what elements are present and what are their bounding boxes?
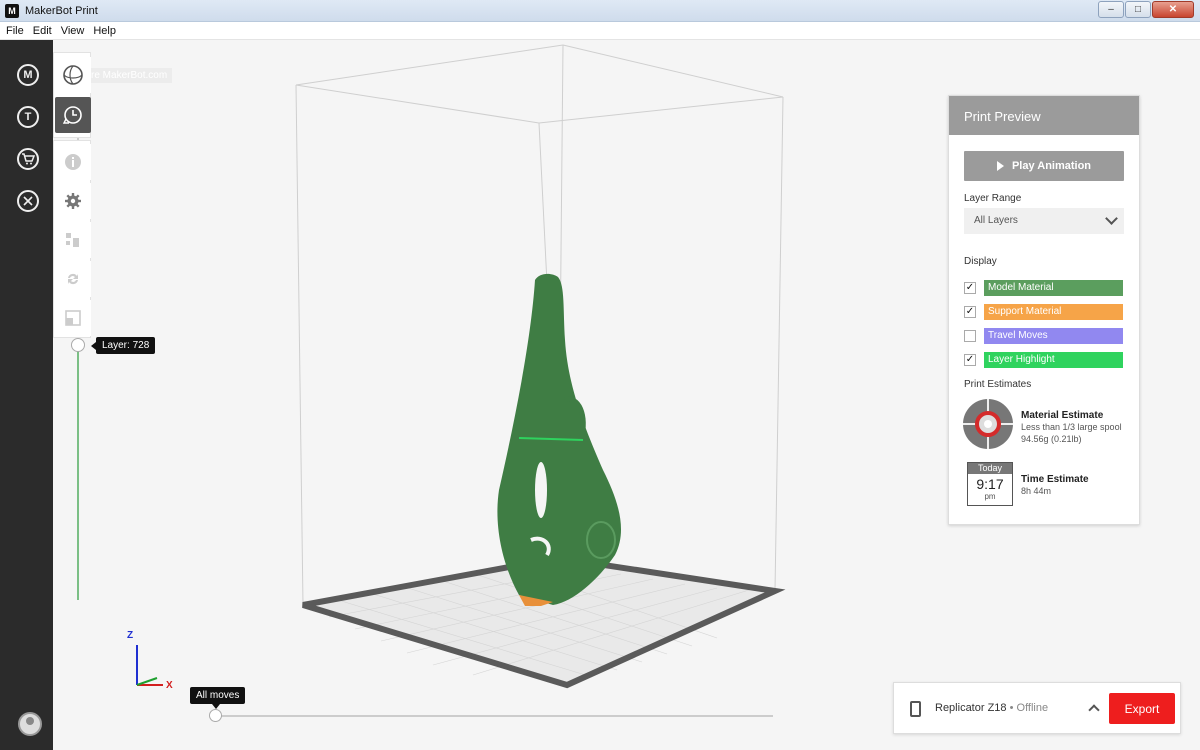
settings-gear-icon[interactable]	[55, 183, 91, 219]
play-animation-button[interactable]: Play Animation	[964, 151, 1124, 181]
clock-sphere-icon	[62, 106, 82, 124]
printer-status-bar: Replicator Z18 • Offline Export	[893, 682, 1181, 734]
maximize-button[interactable]: □	[1125, 1, 1151, 18]
calendar-icon: Today 9:17 pm	[967, 462, 1013, 506]
chevron-up-icon[interactable]	[1088, 704, 1100, 716]
gear-glyph-icon	[65, 193, 81, 209]
play-icon	[996, 161, 1004, 171]
info-glyph-icon	[65, 154, 81, 170]
cart-glyph-icon	[22, 153, 35, 165]
model-material-label: Model Material	[984, 280, 1123, 296]
menu-view[interactable]: View	[61, 25, 85, 37]
axis-x-label: X	[166, 680, 173, 691]
printer-device-icon	[910, 701, 921, 717]
view-mode-group	[53, 52, 91, 138]
travel-moves-checkbox[interactable]	[964, 330, 976, 342]
info-icon[interactable]	[55, 144, 91, 180]
calendar-ampm: pm	[984, 492, 996, 501]
support-material-checkbox[interactable]: ✓	[964, 306, 976, 318]
printer-selector[interactable]: Replicator Z18 • Offline	[935, 702, 1048, 714]
store-cart-icon[interactable]	[17, 148, 39, 170]
display-row-support: ✓ Support Material	[964, 304, 1124, 320]
time-estimate-title: Time Estimate	[1021, 474, 1089, 485]
scale-glyph-icon	[65, 310, 81, 326]
window-controls: – □ ✕	[1098, 1, 1194, 18]
menu-file[interactable]: File	[6, 25, 24, 37]
moves-slider-track[interactable]	[215, 715, 773, 717]
thingiverse-icon[interactable]: T	[17, 106, 39, 128]
user-avatar-icon[interactable]	[18, 712, 42, 736]
panel-title: Print Preview	[949, 96, 1139, 135]
play-animation-label: Play Animation	[1011, 160, 1092, 172]
spool-icon	[963, 399, 1013, 449]
minimize-button[interactable]: –	[1098, 1, 1124, 18]
3d-viewport[interactable]: Z X Explore MakerBot.com Layer: 728 All …	[53, 40, 1200, 750]
moves-slider-handle[interactable]	[209, 709, 222, 722]
close-button[interactable]: ✕	[1152, 1, 1194, 18]
axis-z-label: Z	[127, 630, 134, 641]
layer-slider-fill	[77, 345, 79, 600]
makerbot-logo-icon[interactable]: M	[17, 64, 39, 86]
calendar-day: Today	[968, 463, 1012, 474]
menu-help[interactable]: Help	[93, 25, 116, 37]
layer-highlight-checkbox[interactable]: ✓	[964, 354, 976, 366]
display-label: Display	[964, 256, 997, 267]
print-preview-panel: Print Preview Play Animation Layer Range…	[948, 95, 1140, 525]
3d-model-vase	[497, 273, 622, 606]
arrange-glyph-icon	[66, 233, 79, 247]
printer-name: Replicator Z18	[935, 702, 1007, 714]
display-row-highlight: ✓ Layer Highlight	[964, 352, 1124, 368]
tools-glyph-icon	[23, 196, 33, 206]
utilities-tools-icon[interactable]	[17, 190, 39, 212]
sphere-icon	[63, 65, 83, 85]
model-material-checkbox[interactable]: ✓	[964, 282, 976, 294]
calendar-time: 9:17	[976, 476, 1004, 492]
makerbot-app-icon: M	[5, 3, 19, 18]
print-estimates-label: Print Estimates	[964, 379, 1032, 390]
material-estimate-line2: 94.56g (0.21lb)	[1021, 434, 1082, 444]
display-row-model: ✓ Model Material	[964, 280, 1124, 296]
menu-edit[interactable]: Edit	[33, 25, 52, 37]
layer-highlight-label: Layer Highlight	[984, 352, 1123, 368]
layer-slider-handle[interactable]	[71, 338, 85, 352]
support-material-label: Support Material	[984, 304, 1123, 320]
layer-range-select[interactable]: All Layers	[964, 208, 1124, 234]
left-nav-rail: M T	[0, 40, 53, 750]
axis-gizmo	[136, 645, 163, 686]
travel-moves-label: Travel Moves	[984, 328, 1123, 344]
menu-bar: File Edit View Help	[0, 22, 1200, 40]
layer-range-value: All Layers	[974, 215, 1018, 226]
time-estimate: Time Estimate 8h 44m	[1021, 474, 1089, 497]
model-tools-group	[53, 140, 91, 338]
material-estimate-line1: Less than 1/3 large spool	[1021, 422, 1122, 432]
material-estimate: Material Estimate Less than 1/3 large sp…	[1021, 410, 1122, 445]
rotate-icon[interactable]	[55, 261, 91, 297]
window-title: MakerBot Print	[25, 4, 98, 17]
prepare-view-icon[interactable]	[55, 57, 91, 93]
display-row-travel: Travel Moves	[964, 328, 1124, 344]
chevron-down-icon	[1105, 212, 1118, 225]
layer-range-label: Layer Range	[964, 193, 1022, 204]
printer-state: Offline	[1016, 702, 1049, 714]
print-preview-view-icon[interactable]	[55, 97, 91, 133]
material-estimate-title: Material Estimate	[1021, 410, 1104, 421]
status-separator: •	[1006, 702, 1017, 714]
layer-tooltip: Layer: 728	[90, 337, 156, 354]
rotate-glyph-icon	[68, 273, 78, 285]
window-titlebar: M MakerBot Print – □ ✕	[0, 0, 1200, 22]
export-button[interactable]: Export	[1109, 693, 1175, 724]
arrange-icon[interactable]	[55, 222, 91, 258]
time-estimate-value: 8h 44m	[1021, 486, 1052, 496]
scale-icon[interactable]	[55, 300, 91, 336]
moves-tooltip: All moves	[190, 687, 246, 709]
